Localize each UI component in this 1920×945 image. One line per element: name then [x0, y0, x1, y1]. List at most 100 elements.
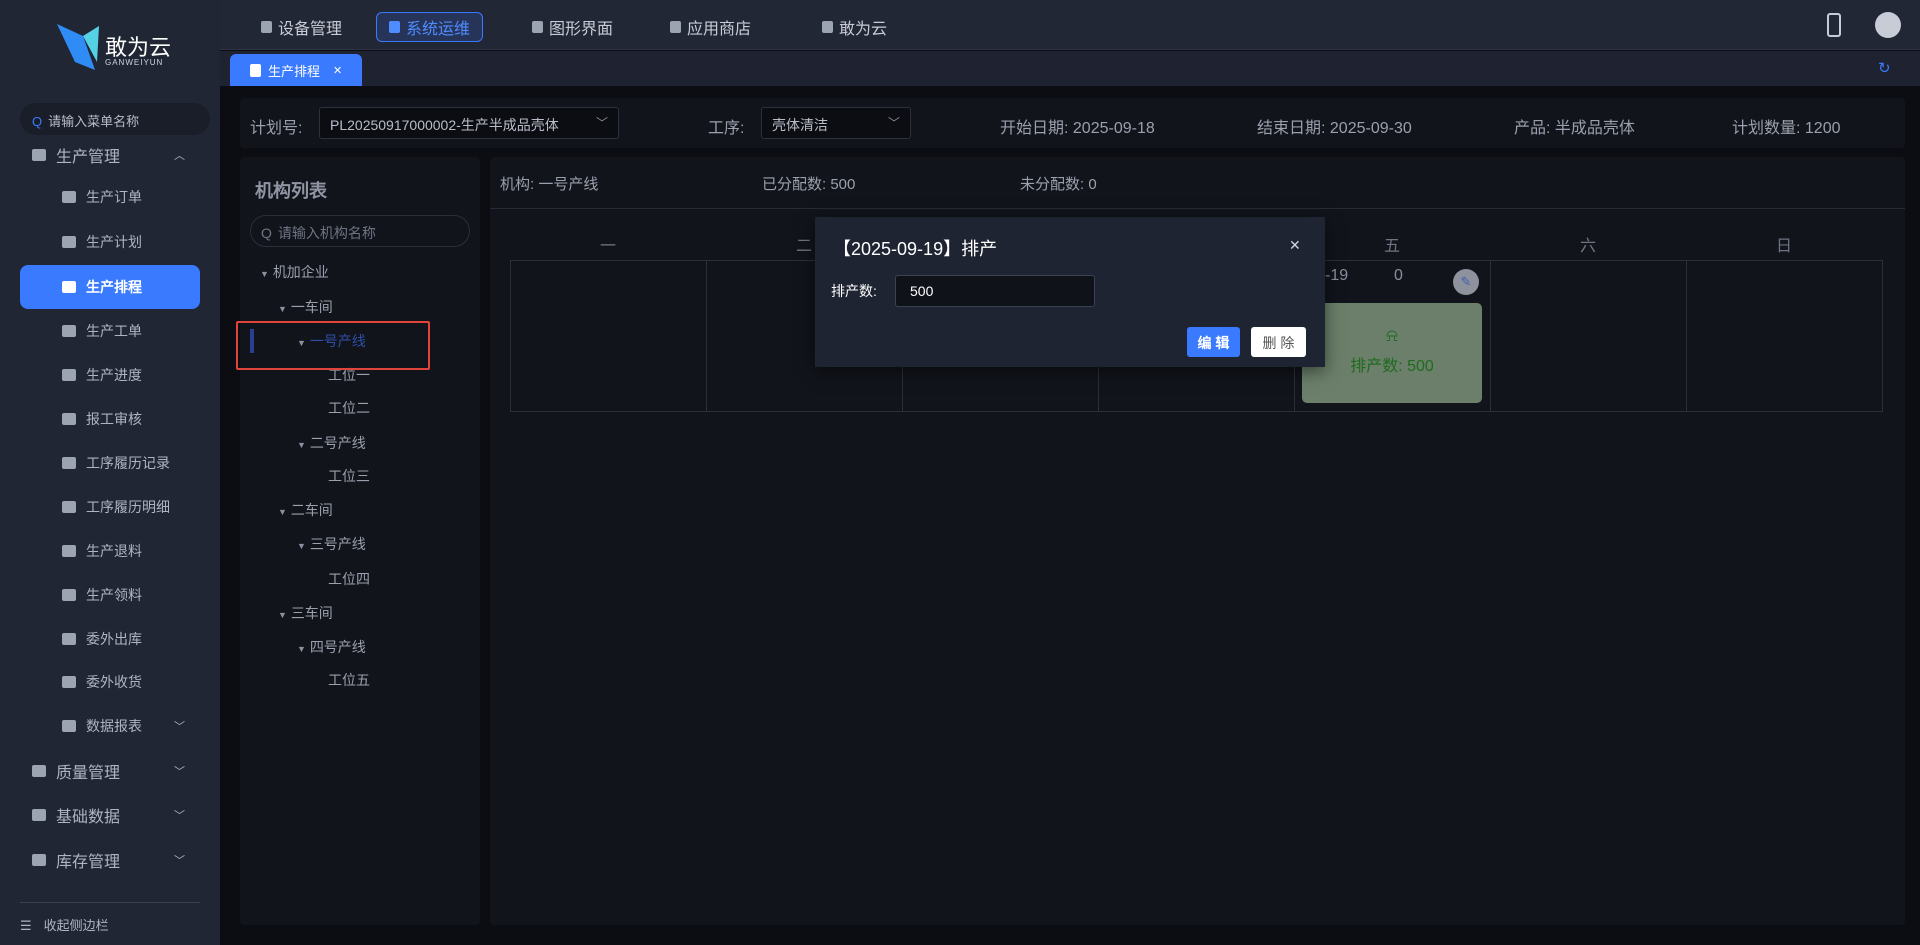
selection-highlight-box — [236, 321, 430, 370]
chevron-down-icon: ﹀ — [174, 810, 185, 822]
caret-down-icon[interactable]: ▼ — [260, 269, 269, 279]
nav-system-ops[interactable]: 系统运维 — [376, 12, 484, 42]
globe-icon — [32, 809, 46, 821]
sidebar-item[interactable]: 委外收货 — [0, 662, 220, 702]
sidebar-item[interactable]: 生产进度 — [0, 355, 220, 395]
tree-node-label: 三号产线 — [309, 536, 366, 552]
sidebar-item[interactable]: 生产退料 — [0, 531, 220, 571]
menu-search-placeholder: 请输入菜单名称 — [48, 114, 140, 129]
tree-node[interactable]: 工位三 — [314, 466, 370, 486]
menu-item-icon — [62, 633, 76, 645]
chevron-down-icon: ﹀ — [174, 766, 185, 778]
menu-item-icon — [62, 545, 76, 557]
tree-node[interactable]: 工位五 — [314, 670, 370, 690]
menu-search-input[interactable]: Q 请输入菜单名称 — [20, 103, 210, 135]
tree-node[interactable]: ▼ 二车间 — [278, 500, 333, 520]
tab-production-schedule[interactable]: 生产排程 ✕ — [230, 54, 362, 86]
unassigned-count: 未分配数: 0 — [1020, 176, 1097, 193]
caret-down-icon[interactable]: ▼ — [297, 644, 306, 654]
tab-label: 生产排程 — [268, 63, 321, 79]
org-search-input[interactable]: Q 请输入机构名称 — [250, 215, 470, 247]
warehouse-icon — [32, 854, 46, 866]
calendar-day[interactable] — [511, 261, 707, 411]
refresh-icon[interactable]: ↻ — [1878, 59, 1891, 77]
end-date: 结束日期: 2025-09-30 — [1257, 120, 1412, 137]
plan-quantity: 计划数量: 1200 — [1732, 120, 1841, 137]
tree-node-label: 工位五 — [328, 672, 370, 688]
sidebar-item[interactable]: 生产订单 — [0, 177, 220, 217]
collapse-sidebar-button[interactable]: ☰ 收起侧边栏 — [20, 915, 109, 934]
sidebar-item[interactable]: 工序履历记录 — [0, 443, 220, 483]
sidebar-item[interactable]: 生产工单 — [0, 311, 220, 351]
schedule-quantity-input[interactable] — [895, 275, 1095, 307]
tree-node[interactable]: 工位二 — [314, 398, 370, 418]
caret-down-icon[interactable]: ▼ — [297, 541, 306, 551]
nav-ganweiyun[interactable]: 敢为云 — [810, 12, 899, 42]
tree-node[interactable]: ▼ 一车间 — [278, 297, 333, 317]
process-select[interactable]: 壳体清洁 ﹀ — [761, 107, 911, 139]
menu-group-inventory[interactable]: 库存管理 ﹀ — [0, 840, 220, 880]
chevron-up-icon: ︿ — [174, 150, 185, 162]
tree-node-label: 机加企业 — [272, 264, 329, 280]
schedule-event-card[interactable]: ⍾ 排产数: 500 — [1302, 303, 1482, 403]
user-avatar[interactable] — [1875, 12, 1901, 38]
menu-group-production[interactable]: 生产管理 ︿ — [0, 135, 220, 175]
caret-down-icon[interactable]: ▼ — [278, 507, 287, 517]
mobile-icon[interactable] — [1827, 13, 1841, 37]
box-icon — [32, 149, 46, 161]
process-value: 壳体清洁 — [772, 117, 828, 133]
nav-app-store[interactable]: 应用商店 — [658, 12, 763, 42]
collapse-label: 收起侧边栏 — [43, 918, 109, 933]
edit-button[interactable]: 编 辑 — [1187, 327, 1240, 357]
tree-node[interactable]: ▼ 三号产线 — [297, 534, 366, 554]
tree-node[interactable]: 工位四 — [314, 569, 370, 589]
filter-bar: 计划号: PL20250917000002-生产半成品壳体 ﹀ 工序: 壳体清洁 ﹀… — [240, 98, 1905, 148]
sidebar-item[interactable]: 生产排程 — [20, 265, 200, 309]
menu-group-basic-data[interactable]: 基础数据 ﹀ — [0, 795, 220, 835]
tree-node-label: 工位三 — [328, 468, 370, 484]
menu-label: 生产退料 — [86, 543, 142, 559]
collapse-icon: ☰ — [20, 918, 32, 933]
delete-button[interactable]: 删 除 — [1251, 327, 1306, 357]
tree-node[interactable]: ▼ 三车间 — [278, 603, 333, 623]
device-icon — [261, 21, 272, 33]
nav-graphic-ui[interactable]: 图形界面 — [520, 12, 625, 42]
sidebar-item[interactable]: 生产计划 — [0, 222, 220, 262]
menu-label: 生产进度 — [86, 367, 142, 383]
store-icon — [670, 21, 681, 33]
sidebar-item[interactable]: 委外出库 — [0, 619, 220, 659]
sidebar-item[interactable]: 数据报表 ﹀ — [0, 706, 220, 746]
sidebar-item[interactable]: 工序履历明细 — [0, 487, 220, 527]
sidebar-item[interactable]: 生产领料 — [0, 575, 220, 615]
tree-node[interactable]: ▼ 四号产线 — [297, 637, 366, 657]
caret-down-icon[interactable]: ▼ — [297, 440, 306, 450]
menu-label: 工序履历记录 — [86, 455, 170, 471]
calendar-day[interactable] — [1491, 261, 1687, 411]
close-icon[interactable]: ✕ — [1289, 237, 1301, 254]
edit-icon[interactable]: ✎ — [1453, 269, 1479, 295]
sidebar-item[interactable]: 报工审核 — [0, 399, 220, 439]
tab-close-icon[interactable]: ✕ — [333, 64, 342, 77]
process-label: 工序: — [708, 120, 745, 137]
menu-label: 工序履历明细 — [86, 499, 170, 515]
chevron-down-icon: ﹀ — [174, 721, 185, 733]
caret-down-icon[interactable]: ▼ — [278, 304, 287, 314]
schedule-popover: 【2025-09-19】排产 ✕ 排产数: 编 辑 删 除 — [815, 217, 1325, 367]
wrench-icon — [389, 21, 400, 33]
tree-node[interactable]: ▼ 机加企业 — [260, 262, 329, 282]
plan-select[interactable]: PL20250917000002-生产半成品壳体 ﹀ — [319, 107, 619, 139]
menu-item-icon — [62, 369, 76, 381]
menu-label: 生产管理 — [56, 149, 121, 166]
menu-item-icon — [62, 457, 76, 469]
top-nav: 设备管理 系统运维 图形界面 应用商店 敢为云 — [220, 0, 1920, 50]
tree-node-label: 工位四 — [328, 571, 370, 587]
nav-device-management[interactable]: 设备管理 — [249, 12, 354, 42]
menu-group-quality[interactable]: 质量管理 ﹀ — [0, 751, 220, 791]
search-icon: Q — [32, 114, 43, 129]
shield-icon — [32, 765, 46, 777]
calendar-day[interactable] — [1687, 261, 1882, 411]
tree-node[interactable]: ▼ 二号产线 — [297, 433, 366, 453]
event-label: 排产数: 500 — [1350, 358, 1434, 375]
assigned-count: 已分配数: 500 — [762, 176, 856, 193]
caret-down-icon[interactable]: ▼ — [278, 610, 287, 620]
